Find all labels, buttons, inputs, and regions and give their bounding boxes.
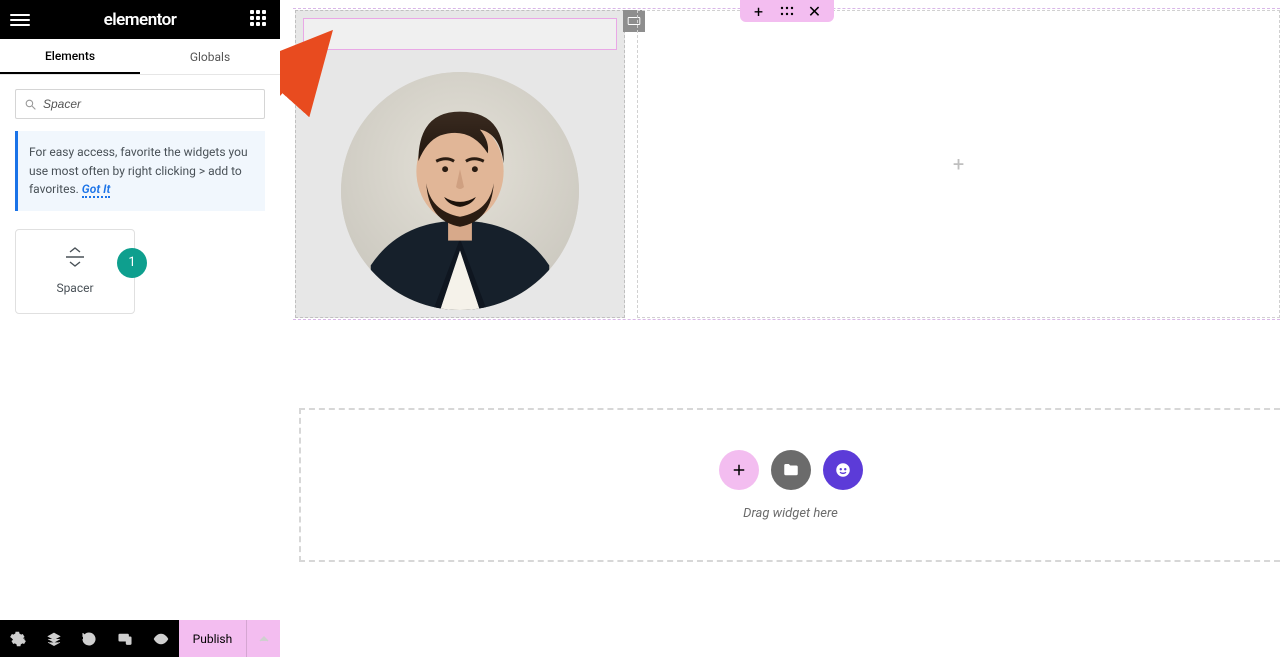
section-add-button[interactable]: + bbox=[752, 4, 766, 18]
settings-button[interactable] bbox=[0, 620, 36, 657]
widget-spacer-label: Spacer bbox=[56, 281, 93, 295]
search-icon bbox=[24, 98, 37, 111]
tab-globals[interactable]: Globals bbox=[140, 39, 280, 74]
widget-search[interactable] bbox=[15, 89, 265, 119]
section-toolbar: + ✕ bbox=[740, 0, 834, 22]
section-delete-button[interactable]: ✕ bbox=[808, 4, 822, 18]
tip-got-it-link[interactable]: Got It bbox=[82, 182, 111, 198]
publish-options-button[interactable] bbox=[246, 620, 280, 657]
step-badge-1: 1 bbox=[117, 248, 147, 278]
responsive-button[interactable] bbox=[107, 620, 143, 657]
section-1[interactable]: + ✕ bbox=[293, 0, 1280, 318]
avatar-image[interactable] bbox=[341, 72, 579, 310]
dropzone-hint: Drag widget here bbox=[743, 506, 838, 521]
widget-search-input[interactable] bbox=[43, 97, 256, 111]
new-section-dropzone[interactable]: Drag widget here bbox=[299, 408, 1280, 562]
history-button[interactable] bbox=[71, 620, 107, 657]
add-section-button[interactable] bbox=[719, 450, 759, 490]
ai-button[interactable] bbox=[823, 450, 863, 490]
column-right[interactable]: + bbox=[637, 10, 1280, 318]
template-library-button[interactable] bbox=[771, 450, 811, 490]
column-add-widget-button[interactable]: + bbox=[953, 152, 964, 176]
spacer-drop-target[interactable] bbox=[303, 18, 617, 50]
sidebar-footer: Publish bbox=[0, 620, 280, 657]
tab-elements[interactable]: Elements bbox=[0, 39, 140, 74]
section-drag-handle[interactable] bbox=[780, 4, 794, 18]
column-left[interactable] bbox=[295, 10, 625, 318]
navigator-button[interactable] bbox=[36, 620, 72, 657]
favorites-tip: For easy access, favorite the widgets yo… bbox=[15, 131, 265, 211]
preview-button[interactable] bbox=[143, 620, 179, 657]
apps-button[interactable] bbox=[250, 10, 270, 30]
tip-text: For easy access, favorite the widgets yo… bbox=[29, 145, 248, 196]
spacer-icon bbox=[64, 247, 86, 267]
publish-button[interactable]: Publish bbox=[179, 620, 247, 657]
sidebar-tabs: Elements Globals bbox=[0, 39, 280, 75]
menu-button[interactable] bbox=[10, 14, 30, 26]
brand-logo: elementor bbox=[104, 10, 177, 30]
widget-spacer[interactable]: Spacer 1 bbox=[15, 229, 135, 314]
